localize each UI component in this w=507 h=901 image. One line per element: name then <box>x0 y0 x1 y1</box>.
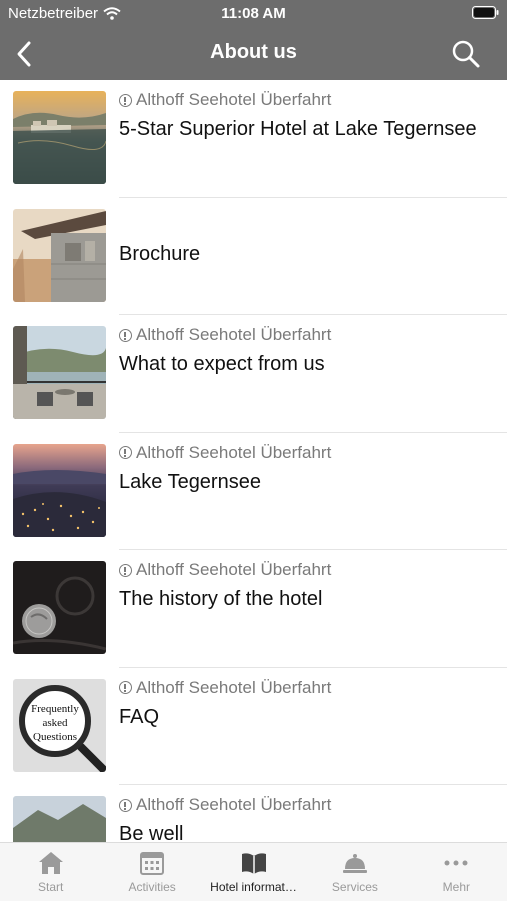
tab-more[interactable]: Mehr <box>406 843 507 901</box>
status-time: 11:08 AM <box>221 5 286 22</box>
home-icon <box>38 852 63 874</box>
status-bar: Netzbetreiber 11:08 AM <box>0 0 507 28</box>
item-title: Be well <box>119 823 184 842</box>
list-item[interactable]: Althoff Seehotel Überfahrt 5-Star Superi… <box>0 80 507 198</box>
info-icon <box>119 681 132 694</box>
bell-icon <box>342 854 367 873</box>
tab-label: Mehr <box>442 880 470 894</box>
tab-label: Services <box>331 880 378 894</box>
coin-compass-thumbnail <box>13 561 106 654</box>
item-title: Brochure <box>119 242 201 265</box>
tab-activities[interactable]: Activities <box>101 843 202 901</box>
item-source: Althoff Seehotel Überfahrt <box>119 560 491 580</box>
item-title: Lake Tegernsee <box>119 470 261 493</box>
info-icon <box>119 93 132 107</box>
tab-label: Start <box>38 880 64 894</box>
info-icon <box>119 563 132 577</box>
item-source-label: Althoff Seehotel Überfahrt <box>136 560 332 579</box>
item-source: Althoff Seehotel Überfahrt <box>119 678 491 698</box>
faq-line1: Frequently <box>31 703 79 715</box>
tab-bar: Start Activities Hotel informat… Service… <box>0 842 507 901</box>
hotel-lake-sunset-thumbnail <box>13 91 106 184</box>
item-title: The history of the hotel <box>119 588 323 610</box>
tab-hotel-information[interactable]: Hotel informat… <box>203 843 304 901</box>
tab-services[interactable]: Services <box>304 843 405 901</box>
tab-label: Activities <box>128 880 176 894</box>
list-item[interactable]: Althoff Seehotel Überfahrt The history o… <box>0 550 507 668</box>
page-title: About us <box>210 41 297 63</box>
search-icon[interactable] <box>451 39 481 69</box>
list-item[interactable]: Brochure <box>0 198 507 315</box>
list-item[interactable]: Frequently asked Questions Althoff Seeho… <box>0 668 507 785</box>
lake-night-thumbnail <box>13 443 106 537</box>
item-source: Althoff Seehotel Überfahrt <box>119 443 491 463</box>
item-source-label: Althoff Seehotel Überfahrt <box>136 325 332 344</box>
item-source-label: Althoff Seehotel Überfahrt <box>136 442 332 462</box>
book-icon <box>241 853 266 874</box>
info-icon <box>119 328 132 342</box>
tab-label: Hotel informat… <box>210 880 297 894</box>
item-source: Althoff Seehotel Überfahrt <box>119 325 491 345</box>
item-source-label: Althoff Seehotel Überfahrt <box>136 90 332 109</box>
tab-start[interactable]: Start <box>0 843 101 901</box>
item-title: What to expect from us <box>119 353 325 375</box>
item-title: 5-Star Superior Hotel at Lake Tegernsee <box>119 118 477 140</box>
list-item[interactable]: Althoff Seehotel Überfahrt Lake Tegernse… <box>0 433 507 550</box>
faq-line2: asked <box>42 717 68 729</box>
wooden-hut-thumbnail <box>13 208 106 302</box>
item-source: Althoff Seehotel Überfahrt <box>119 795 491 815</box>
item-source-label: Althoff Seehotel Überfahrt <box>136 677 332 697</box>
info-icon <box>119 446 132 459</box>
item-source-label: Althoff Seehotel Überfahrt <box>136 795 332 814</box>
faq-magnifier-thumbnail: Frequently asked Questions <box>13 678 106 772</box>
more-icon <box>444 860 468 866</box>
item-title: FAQ <box>119 705 160 728</box>
list-item[interactable]: Althoff Seehotel Überfahrt What to expec… <box>0 315 507 433</box>
nav-bar: About us <box>0 28 507 80</box>
faq-line3: Questions <box>33 731 77 743</box>
balcony-view-thumbnail <box>13 326 106 419</box>
list-item[interactable]: Althoff Seehotel Überfahrt Be well <box>0 785 507 842</box>
mountain-lake-thumbnail <box>13 796 106 842</box>
battery-icon <box>472 6 499 19</box>
content-list: Althoff Seehotel Überfahrt 5-Star Superi… <box>0 80 507 842</box>
calendar-icon <box>140 852 165 875</box>
item-source: Althoff Seehotel Überfahrt <box>119 90 491 110</box>
info-icon <box>119 798 132 812</box>
